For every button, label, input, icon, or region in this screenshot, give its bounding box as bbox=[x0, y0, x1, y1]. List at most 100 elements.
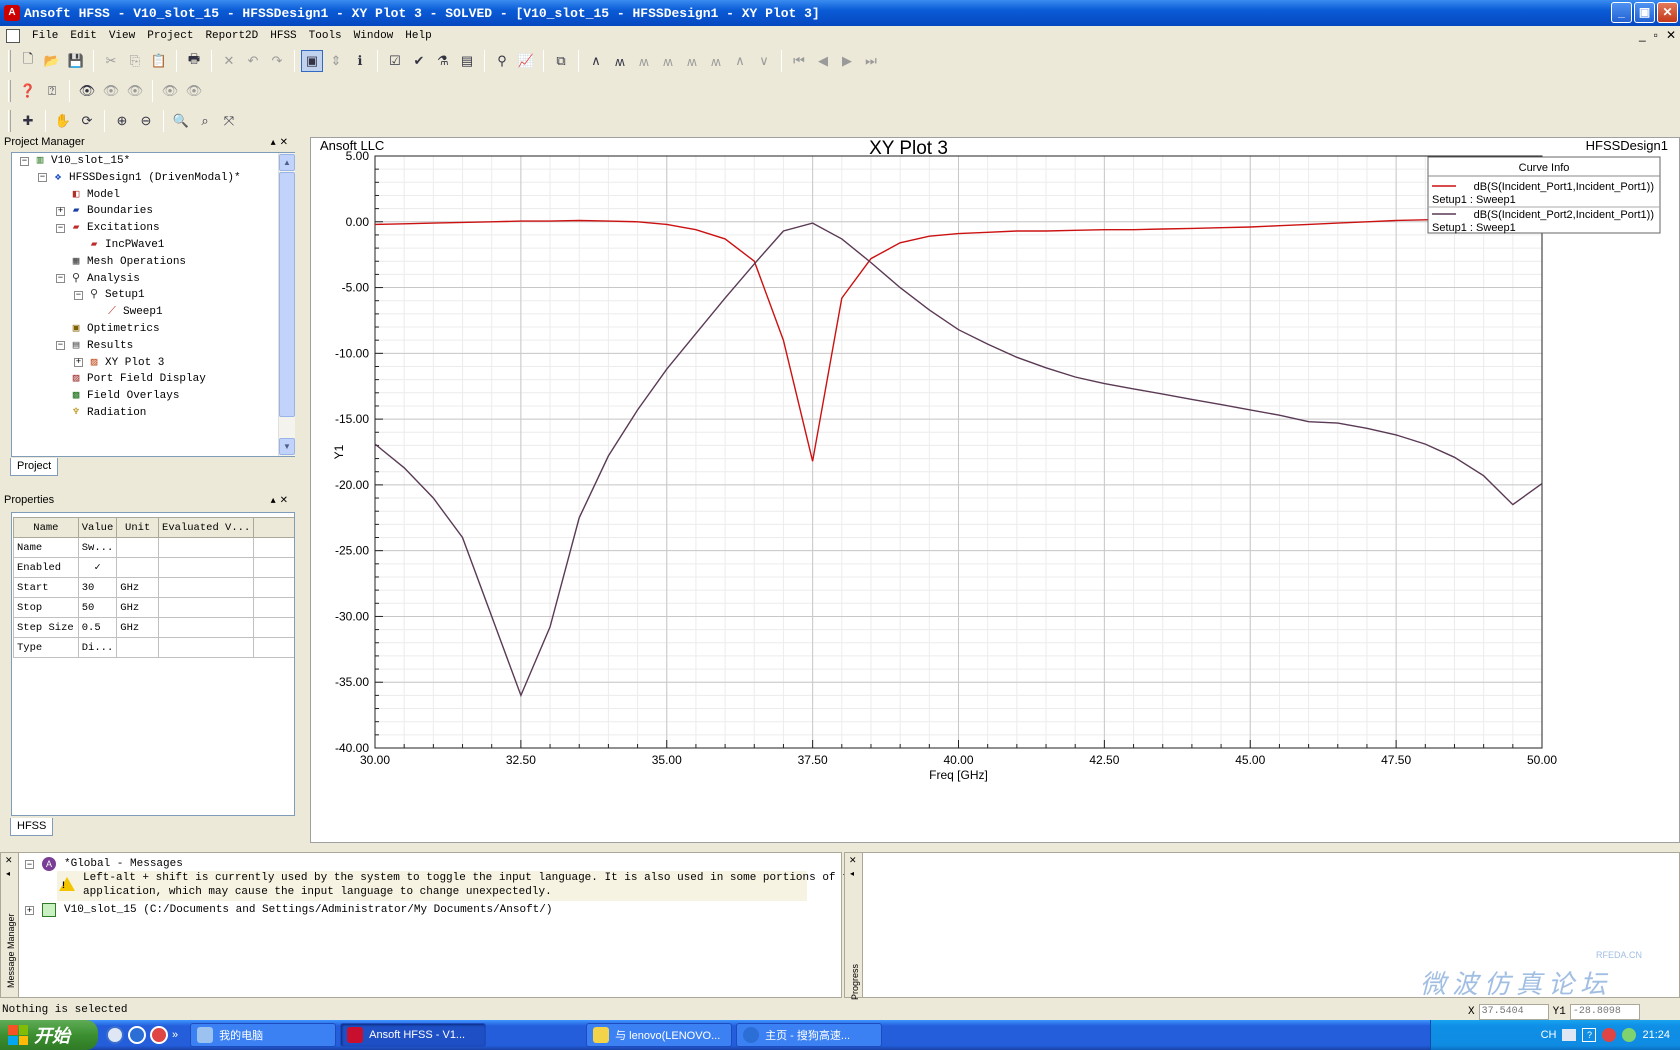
print-icon[interactable]: 🖶 bbox=[183, 50, 205, 72]
tree-item-v10-slot-15[interactable]: − ▥ V10_slot_15* bbox=[20, 152, 130, 170]
property-unit[interactable]: GHz bbox=[116, 577, 160, 598]
plot-icon[interactable]: 📈 bbox=[515, 50, 537, 72]
tree-item-radiation[interactable]: ♆ Radiation bbox=[56, 404, 147, 422]
property-evaluated[interactable] bbox=[158, 617, 255, 638]
col-value[interactable]: Value bbox=[77, 517, 118, 538]
property-evaluated[interactable] bbox=[158, 597, 255, 618]
tab-project[interactable]: Project bbox=[10, 458, 59, 476]
minimize-button[interactable]: _ bbox=[1611, 2, 1632, 23]
tree-item-boundaries[interactable]: + ▰ Boundaries bbox=[56, 202, 153, 220]
tab-hfss[interactable]: HFSS bbox=[10, 818, 54, 836]
trace5-icon[interactable]: ʍ bbox=[681, 50, 703, 72]
tree-expander-icon[interactable]: − bbox=[74, 290, 83, 300]
tree-item-results[interactable]: − ▤ Results bbox=[56, 337, 133, 355]
trace-icon[interactable]: ∧ bbox=[585, 50, 607, 72]
col-evaluated[interactable]: Evaluated V... bbox=[158, 517, 255, 538]
zoom-in-icon[interactable]: ⊕ bbox=[111, 110, 133, 132]
property-evaluated[interactable] bbox=[158, 537, 255, 558]
property-unit[interactable] bbox=[116, 557, 160, 578]
tree-expander-icon[interactable]: + bbox=[74, 358, 83, 368]
expander[interactable]: − bbox=[25, 859, 34, 869]
menu-help[interactable]: Help bbox=[399, 30, 437, 42]
sogou-icon[interactable] bbox=[128, 1026, 146, 1044]
zoom-icon[interactable]: 🔍 bbox=[170, 110, 192, 132]
cascade-icon[interactable]: ⧉ bbox=[550, 50, 572, 72]
tree-item-analysis[interactable]: − ⚲ Analysis bbox=[56, 270, 140, 288]
xy-plot-svg[interactable]: 5.000.00-5.00-10.00-15.00-20.00-25.00-30… bbox=[311, 138, 1679, 842]
save-icon[interactable]: 💾 bbox=[65, 50, 87, 72]
move-icon[interactable]: ⇕ bbox=[325, 50, 347, 72]
context-help-icon[interactable]: ⍰ bbox=[41, 80, 63, 102]
copy-icon[interactable]: ⎘ bbox=[124, 50, 146, 72]
hide-all-icon[interactable]: 👁 bbox=[183, 80, 205, 102]
tree-item-mesh-operations[interactable]: ▦ Mesh Operations bbox=[56, 253, 186, 271]
hide-icon[interactable]: 👁 bbox=[124, 80, 146, 102]
trace7-icon[interactable]: ∧ bbox=[729, 50, 751, 72]
task-sogou-browser[interactable]: 主页 - 搜狗高速... bbox=[736, 1023, 883, 1047]
tree-expander-icon[interactable]: − bbox=[20, 156, 29, 166]
property-evaluated[interactable] bbox=[158, 637, 255, 658]
panel-controls[interactable]: ▴✕ bbox=[271, 492, 292, 509]
property-row[interactable]: Name Sw... bbox=[13, 537, 294, 558]
property-value[interactable]: 0.5 bbox=[77, 617, 118, 638]
task-my-computer[interactable]: 我的电脑 bbox=[190, 1023, 337, 1047]
menu-file[interactable]: File bbox=[26, 30, 64, 42]
eye-icon[interactable]: 👁 bbox=[76, 80, 98, 102]
select-icon[interactable]: ▣ bbox=[301, 50, 323, 72]
warning-message[interactable]: ! Left-alt + shift is currently used by … bbox=[57, 871, 869, 901]
prev-icon[interactable]: ◀ bbox=[812, 50, 834, 72]
task-chat[interactable]: 与 lenovo(LENOVO... bbox=[586, 1023, 733, 1047]
trace2-icon[interactable]: ʍ bbox=[609, 50, 631, 72]
property-value[interactable]: Di... bbox=[77, 637, 118, 658]
property-value[interactable]: 50 bbox=[77, 597, 118, 618]
undo-icon[interactable]: ↶ bbox=[242, 50, 264, 72]
document-icon[interactable] bbox=[6, 29, 20, 43]
property-row[interactable]: Step Size 0.5 GHz bbox=[13, 617, 294, 638]
tree-item-model[interactable]: ◧ Model bbox=[56, 186, 120, 204]
toolbar-grip[interactable] bbox=[8, 110, 11, 132]
validate-icon[interactable]: ☑ bbox=[384, 50, 406, 72]
property-unit[interactable]: GHz bbox=[116, 597, 160, 618]
tree-item-xy-plot-3[interactable]: + ▨ XY Plot 3 bbox=[74, 354, 164, 372]
xy-plot-window[interactable]: 5.00 0.00 -5.00 -10.00 -15.00 -20.00 -25.00 -30… bbox=[310, 137, 1680, 843]
keyboard-icon[interactable] bbox=[1562, 1029, 1577, 1041]
mdi-close-button[interactable]: ✕ bbox=[1666, 28, 1676, 42]
tree-item-optimetrics[interactable]: ▣ Optimetrics bbox=[56, 320, 160, 338]
last-icon[interactable]: ⏭ bbox=[860, 50, 882, 72]
tree-expander-icon[interactable]: − bbox=[56, 341, 65, 351]
tree-expander-icon[interactable]: − bbox=[56, 223, 65, 233]
help-icon[interactable]: ? bbox=[1582, 1028, 1597, 1042]
col-name[interactable]: Name bbox=[13, 517, 79, 538]
network-icon[interactable] bbox=[1622, 1028, 1637, 1042]
info-icon[interactable]: ℹ bbox=[349, 50, 371, 72]
menu-window[interactable]: Window bbox=[348, 30, 400, 42]
close-icon[interactable]: ✕ bbox=[849, 855, 857, 866]
expander[interactable]: + bbox=[25, 905, 34, 915]
tree-item-hfssdesign1-drivenmodal[interactable]: − ❖ HFSSDesign1 (DrivenModal)* bbox=[38, 169, 241, 187]
trace6-icon[interactable]: ʍ bbox=[705, 50, 727, 72]
toolbar-grip[interactable] bbox=[8, 50, 11, 72]
panel-controls[interactable]: ▴✕ bbox=[271, 134, 292, 151]
pin-icon[interactable]: ◂ bbox=[6, 869, 10, 878]
axis-icon[interactable]: ⤧ bbox=[218, 110, 240, 132]
next-icon[interactable]: ▶ bbox=[836, 50, 858, 72]
scroll-down-icon[interactable]: ▼ bbox=[279, 438, 295, 455]
field-icon[interactable]: ⚲ bbox=[491, 50, 513, 72]
show-all-icon[interactable]: 👁 bbox=[159, 80, 181, 102]
tree-item-port-field-display[interactable]: ▨ Port Field Display bbox=[56, 370, 206, 388]
browser-icon[interactable] bbox=[106, 1026, 124, 1044]
ime-indicator[interactable]: CH bbox=[1541, 1029, 1557, 1041]
property-row[interactable]: Stop 50 GHz bbox=[13, 597, 294, 618]
trace3-icon[interactable]: ʍ bbox=[633, 50, 655, 72]
property-value[interactable]: 30 bbox=[77, 577, 118, 598]
scroll-thumb[interactable] bbox=[279, 172, 295, 417]
fit-icon[interactable]: ⌕ bbox=[194, 110, 216, 132]
property-evaluated[interactable] bbox=[158, 577, 255, 598]
scroll-up-icon[interactable]: ▲ bbox=[279, 154, 295, 171]
results-icon[interactable]: ⚗ bbox=[432, 50, 454, 72]
property-unit[interactable]: GHz bbox=[116, 617, 160, 638]
pin-icon[interactable]: ◂ bbox=[850, 869, 854, 878]
more-icon[interactable]: » bbox=[172, 1029, 178, 1041]
property-row[interactable]: Enabled ✓ bbox=[13, 557, 294, 578]
project-tree-scrollbar[interactable]: ▲ ▼ bbox=[278, 153, 295, 456]
